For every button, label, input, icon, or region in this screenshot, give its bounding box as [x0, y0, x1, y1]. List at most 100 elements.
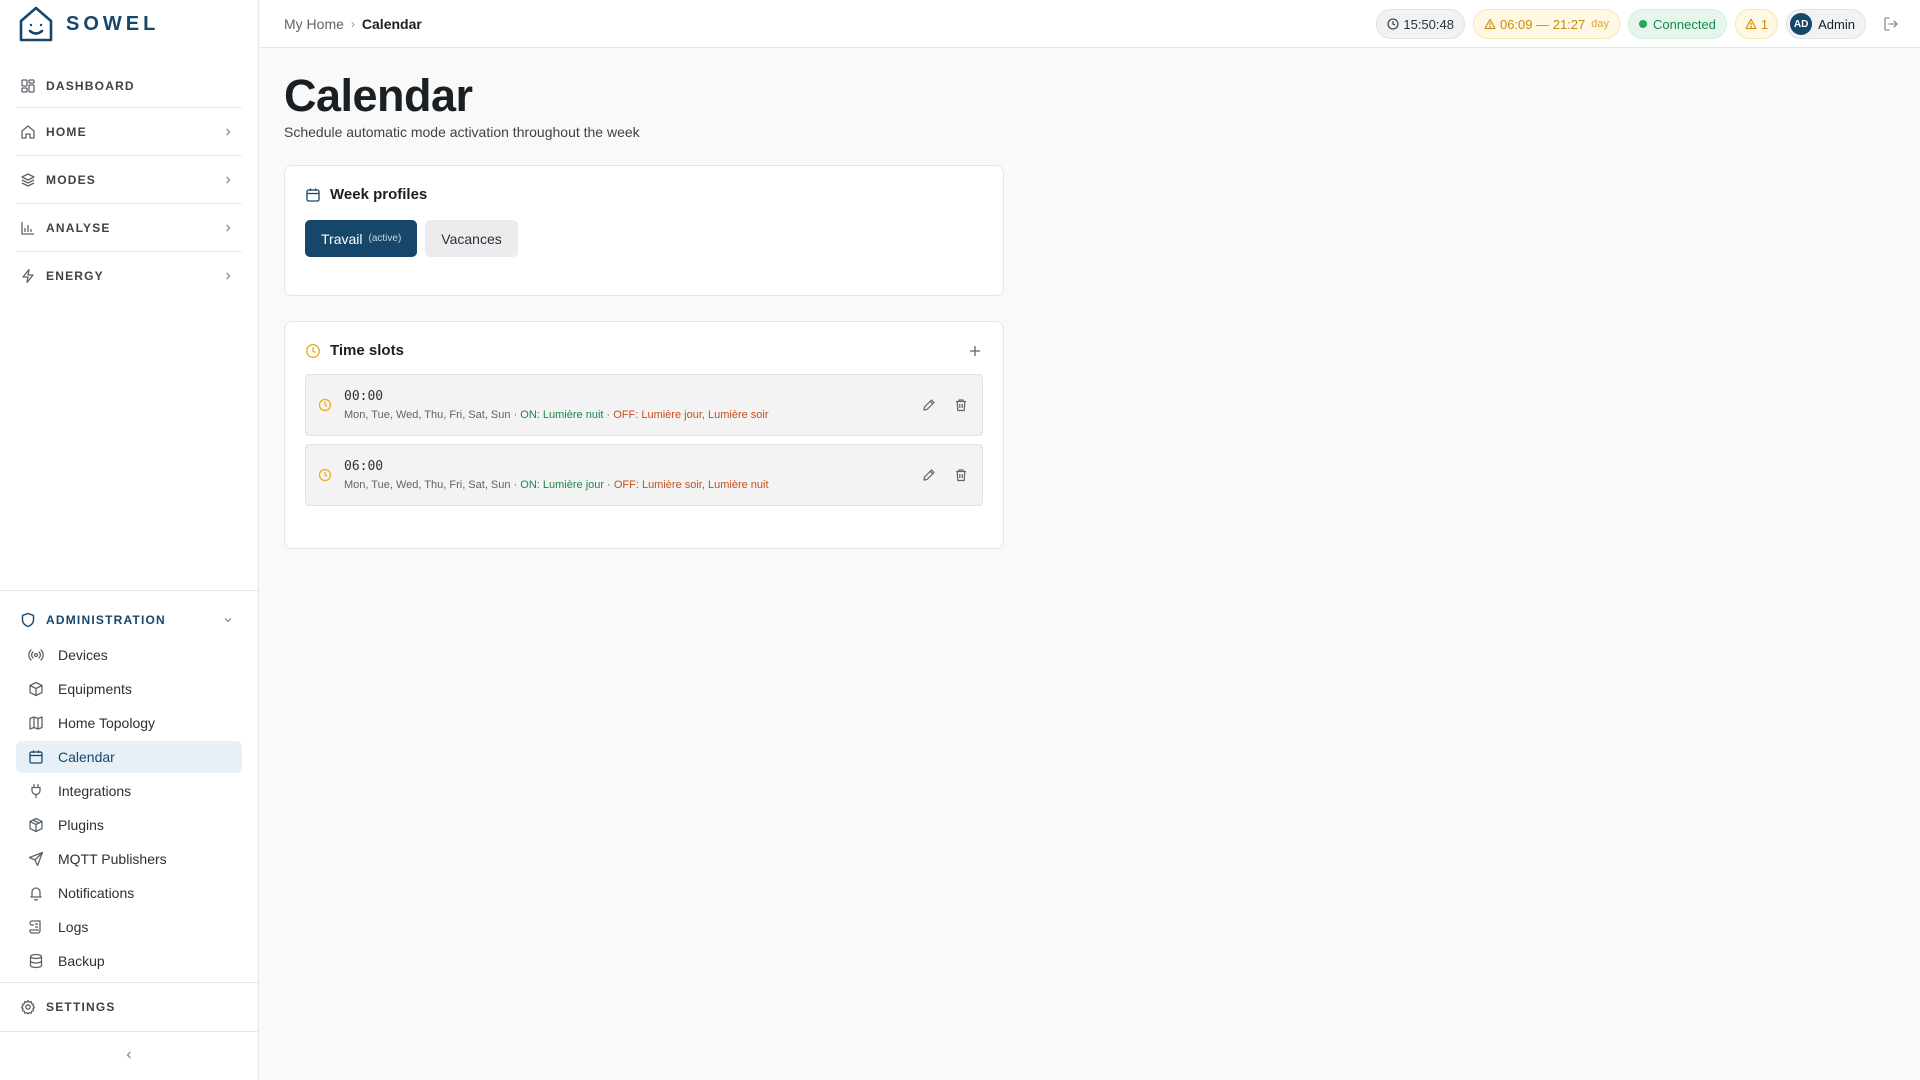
house-logo-icon	[19, 6, 53, 42]
delete-slot-trash-icon[interactable]	[954, 468, 968, 482]
home-icon	[20, 124, 36, 140]
time-slot-time: 06:00	[344, 459, 384, 474]
chevron-left-icon	[123, 1049, 135, 1061]
sidebar-item-home-topology[interactable]: Home Topology	[16, 707, 242, 739]
delete-slot-trash-icon[interactable]	[954, 398, 968, 412]
clock-icon	[318, 398, 332, 412]
topbar: My Home › Calendar 15:50:48 06:09 — 21:2…	[260, 0, 1920, 48]
breadcrumb-current: Calendar	[361, 15, 422, 32]
time-slot-body: 06:00 Mon, Tue, Wed, Thu, Fri, Sat, Sun …	[344, 459, 904, 491]
chevron-down-icon	[222, 614, 234, 626]
sun-times-value: 06:09 — 21:27	[1499, 16, 1586, 32]
user-menu[interactable]: AD Admin	[1786, 9, 1866, 39]
sidebar-item-mqtt-publishers[interactable]: MQTT Publishers	[16, 843, 242, 875]
logout-icon[interactable]	[1882, 15, 1900, 33]
bell-icon	[28, 885, 44, 901]
chevron-right-icon	[222, 126, 234, 138]
add-slot-button[interactable]	[967, 343, 983, 359]
time-slot-description: Mon, Tue, Wed, Thu, Fri, Sat, Sun · ON: …	[344, 479, 904, 491]
chevron-right-icon	[222, 174, 234, 186]
app-name: SOWEL	[66, 12, 160, 35]
admin-section: ADMINISTRATION Devices Equipments Home T…	[0, 590, 258, 977]
alerts-badge[interactable]: 1	[1734, 9, 1779, 39]
sidebar-item-label: Integrations	[58, 783, 132, 799]
scroll-icon	[28, 919, 44, 935]
sidebar-item-label: Notifications	[58, 885, 135, 901]
time-slots-title: Time slots	[330, 342, 404, 359]
plug-icon	[28, 783, 44, 799]
chevron-right-icon	[222, 270, 234, 282]
time-slot-description: Mon, Tue, Wed, Thu, Fri, Sat, Sun · ON: …	[344, 409, 904, 421]
nav-item-dashboard[interactable]: DASHBOARD	[16, 64, 242, 108]
profile-vacances-button[interactable]: Vacances	[425, 220, 518, 257]
admin-label: ADMINISTRATION	[46, 613, 166, 627]
logo[interactable]: SOWEL	[0, 0, 258, 48]
sidebar-item-calendar[interactable]: Calendar	[16, 741, 242, 773]
week-profiles-card: Week profiles Travail (active) Vacances	[284, 165, 1004, 296]
sidebar-item-integrations[interactable]: Integrations	[16, 775, 242, 807]
chevron-right-icon	[222, 222, 234, 234]
breadcrumb-home-link[interactable]: My Home	[284, 16, 344, 32]
clock-icon	[1387, 18, 1399, 30]
profile-label: Travail	[321, 230, 363, 247]
map-icon	[28, 715, 44, 731]
week-profiles-title: Week profiles	[330, 186, 428, 203]
nav-item-modes[interactable]: MODES	[16, 156, 242, 204]
separator: ·	[510, 409, 521, 421]
edit-slot-pencil-icon[interactable]	[922, 398, 936, 412]
sidebar-item-notifications[interactable]: Notifications	[16, 877, 242, 909]
clock-badge: 15:50:48	[1376, 9, 1465, 39]
nav-item-energy[interactable]: ENERGY	[16, 252, 242, 300]
sidebar-item-label: Plugins	[58, 817, 104, 833]
profile-label: Vacances	[441, 230, 502, 247]
time-slot-days: Mon, Tue, Wed, Thu, Fri, Sat, Sun	[344, 479, 511, 491]
nav-label: MODES	[46, 172, 97, 187]
box-icon	[28, 681, 44, 697]
page-title: Calendar	[284, 70, 473, 121]
clock-value: 15:50:48	[1403, 16, 1454, 32]
sidebar-item-settings[interactable]: SETTINGS	[0, 982, 258, 1032]
clock-icon	[305, 343, 321, 359]
time-slots-card: Time slots 00:00 Mon, Tue, Wed, Thu, Fri…	[284, 321, 1004, 549]
nav-label: ANALYSE	[46, 220, 111, 235]
user-name: Admin	[1818, 16, 1855, 32]
nav-label: ENERGY	[46, 269, 104, 283]
sun-icon	[1484, 18, 1496, 30]
week-profiles-header: Week profiles	[305, 186, 983, 203]
time-slots-header: Time slots	[305, 342, 983, 359]
sidebar-item-label: Equipments	[58, 681, 132, 697]
admin-toggle[interactable]: ADMINISTRATION	[16, 603, 242, 637]
sidebar-item-backup[interactable]: Backup	[16, 945, 242, 977]
main-content: Calendar Schedule automatic mode activat…	[284, 48, 1904, 549]
time-slot-body: 00:00 Mon, Tue, Wed, Thu, Fri, Sat, Sun …	[344, 389, 904, 421]
send-icon	[28, 851, 44, 867]
collapse-sidebar-button[interactable]	[0, 1040, 258, 1070]
sidebar-item-equipments[interactable]: Equipments	[16, 673, 242, 705]
sidebar-item-label: MQTT Publishers	[58, 851, 167, 867]
profile-travail-button[interactable]: Travail (active)	[305, 220, 418, 257]
sidebar-item-plugins[interactable]: Plugins	[16, 809, 242, 841]
gear-icon	[20, 999, 36, 1015]
radio-icon	[28, 647, 44, 663]
edit-slot-pencil-icon[interactable]	[922, 468, 936, 482]
profile-active-tag: (active)	[368, 233, 402, 244]
dashboard-icon	[20, 78, 36, 94]
sidebar-item-label: Calendar	[58, 749, 115, 765]
nav-item-analyse[interactable]: ANALYSE	[16, 204, 242, 252]
sidebar-item-label: Logs	[58, 919, 89, 935]
connection-status-label: Connected	[1653, 16, 1716, 32]
sidebar-item-label: Backup	[58, 953, 105, 969]
breadcrumb-separator-icon: ›	[350, 16, 355, 31]
calendar-icon	[305, 187, 321, 203]
sun-period: day	[1591, 18, 1610, 30]
sidebar-item-logs[interactable]: Logs	[16, 911, 242, 943]
nav-item-home[interactable]: HOME	[16, 108, 242, 156]
sidebar-item-devices[interactable]: Devices	[16, 639, 242, 671]
time-slot-days: Mon, Tue, Wed, Thu, Fri, Sat, Sun	[344, 409, 511, 421]
calendar-icon	[28, 749, 44, 765]
alerts-count: 1	[1760, 16, 1769, 32]
time-slot-row: 06:00 Mon, Tue, Wed, Thu, Fri, Sat, Sun …	[305, 444, 983, 506]
top-status-bar: 15:50:48 06:09 — 21:27 day Connected 1 A…	[1376, 9, 1900, 39]
main-nav: DASHBOARD HOME MODES ANALYSE ENERGY	[0, 48, 258, 300]
zap-icon	[20, 268, 36, 284]
